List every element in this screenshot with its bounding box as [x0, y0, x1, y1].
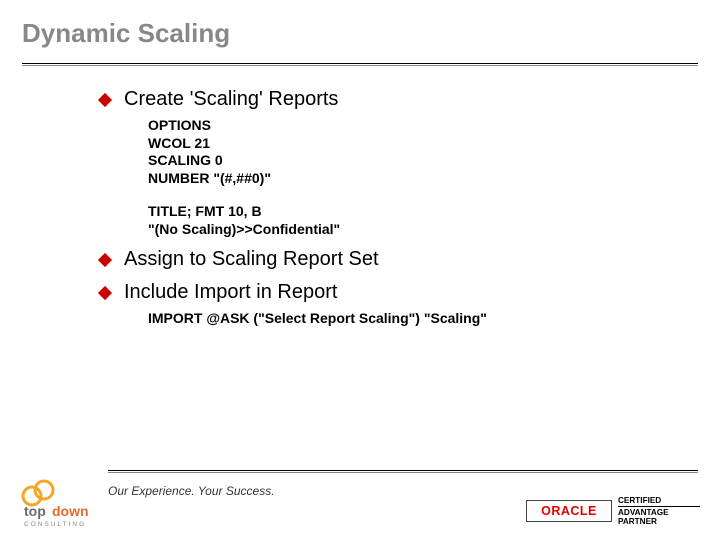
bullet-item: Include Import in Report — [100, 281, 690, 304]
content-area: Create 'Scaling' Reports OPTIONS WCOL 21… — [0, 66, 720, 328]
footer: Our Experience. Your Success. top down C… — [0, 462, 720, 540]
svg-text:CONSULTING: CONSULTING — [24, 521, 86, 528]
certified-partner-badge: CERTIFIED ADVANTAGE PARTNER — [618, 496, 700, 526]
footer-rule — [108, 470, 698, 473]
cert-line: ADVANTAGE — [618, 508, 669, 517]
code-block: IMPORT @ASK ("Select Report Scaling") "S… — [148, 310, 690, 328]
cert-line: PARTNER — [618, 517, 657, 526]
topdown-logo: top down CONSULTING — [18, 476, 98, 528]
bullet-item: Assign to Scaling Report Set — [100, 248, 690, 271]
bullet-diamond-icon — [98, 253, 112, 267]
bullet-diamond-icon — [98, 93, 112, 107]
bullet-text: Assign to Scaling Report Set — [124, 248, 379, 271]
slide-title: Dynamic Scaling — [0, 0, 720, 49]
bullet-text: Create 'Scaling' Reports — [124, 88, 338, 111]
oracle-logo: ORACLE — [526, 500, 612, 522]
bullet-item: Create 'Scaling' Reports — [100, 88, 690, 111]
bullet-text: Include Import in Report — [124, 281, 337, 304]
svg-text:top: top — [24, 503, 46, 519]
code-block: OPTIONS WCOL 21 SCALING 0 NUMBER "(#,##0… — [148, 117, 690, 187]
svg-text:down: down — [52, 503, 89, 519]
bullet-diamond-icon — [98, 286, 112, 300]
cert-line: CERTIFIED — [618, 496, 661, 505]
footer-tagline: Our Experience. Your Success. — [108, 484, 275, 498]
code-block: TITLE; FMT 10, B "(No Scaling)>>Confiden… — [148, 203, 690, 238]
